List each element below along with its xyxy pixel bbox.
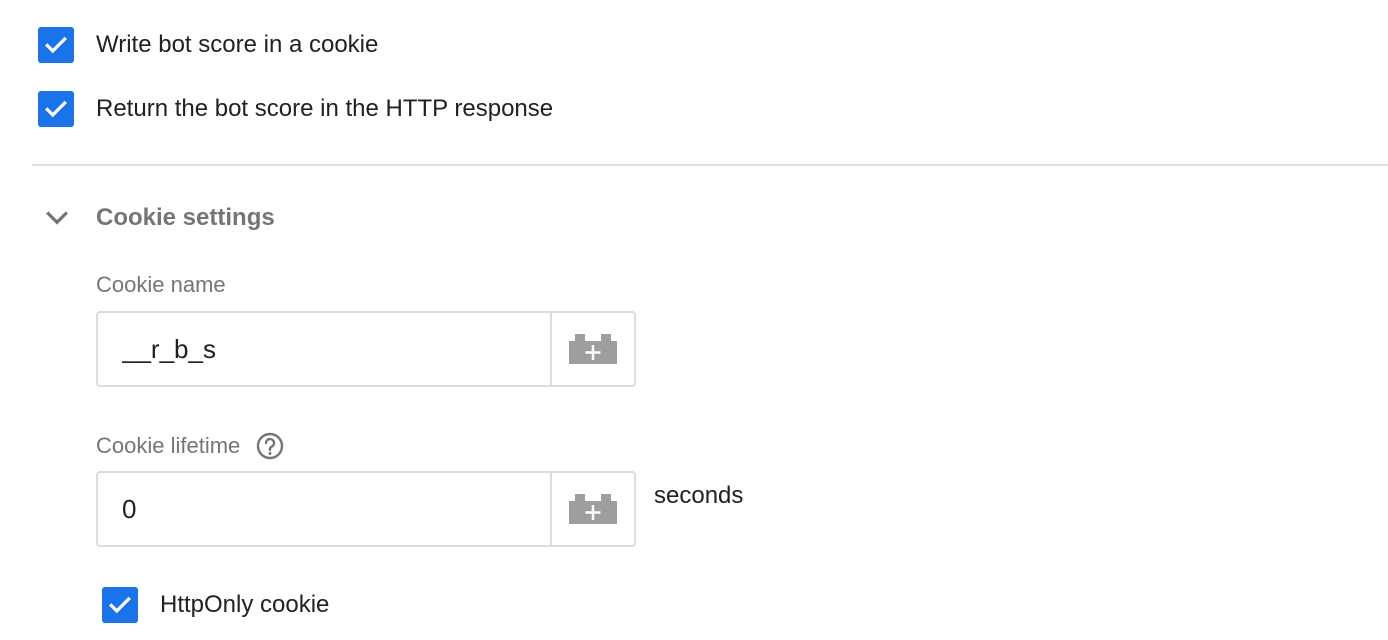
cookie-lifetime-field [96,471,636,547]
check-icon [45,36,67,54]
check-icon [109,596,131,614]
http-only-checkbox[interactable] [102,587,138,623]
add-variable-brick-icon [569,494,617,524]
cookie-lifetime-variable-button[interactable] [550,473,634,545]
return-http-label: Return the bot score in the HTTP respons… [96,95,554,122]
write-cookie-option[interactable]: Write bot score in a cookie [38,27,378,63]
cookie-name-label-text: Cookie name [96,272,226,297]
add-variable-brick-icon [569,334,617,364]
return-http-option[interactable]: Return the bot score in the HTTP respons… [38,91,553,127]
http-only-label: HttpOnly cookie [160,591,330,618]
return-http-checkbox[interactable] [38,91,74,127]
http-only-option[interactable]: HttpOnly cookie [102,587,329,623]
cookie-name-input[interactable] [98,313,550,385]
write-cookie-label: Write bot score in a cookie [96,31,379,58]
cookie-name-variable-button[interactable] [550,313,634,385]
cookie-name-field [96,311,636,387]
cookie-lifetime-input[interactable] [98,473,550,545]
cookie-lifetime-label-text: Cookie lifetime [96,433,241,458]
cookie-name-label: Cookie name [96,272,226,298]
section-divider [32,164,1388,166]
help-circle-icon[interactable] [256,432,284,460]
lifetime-unit-suffix: seconds [654,482,744,509]
chevron-down-icon [40,196,74,240]
cookie-lifetime-label: Cookie lifetime [96,432,284,460]
section-title: Cookie settings [96,204,275,231]
write-cookie-checkbox[interactable] [38,27,74,63]
cookie-settings-toggle[interactable]: Cookie settings [40,196,275,240]
check-icon [45,100,67,118]
